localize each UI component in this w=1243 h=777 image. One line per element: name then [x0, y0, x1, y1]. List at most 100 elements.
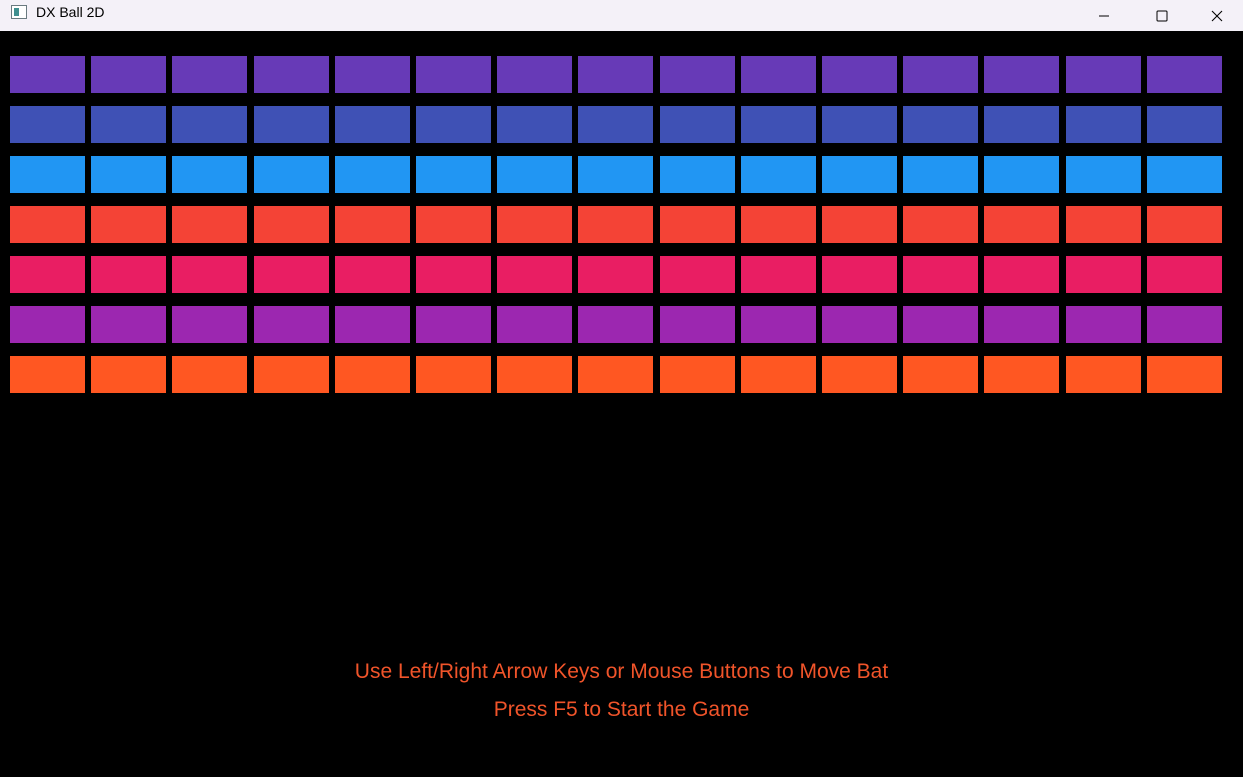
- brick: [335, 106, 410, 143]
- minimize-icon: [1099, 15, 1109, 16]
- brick: [984, 356, 1059, 393]
- brick: [335, 56, 410, 93]
- brick: [1147, 356, 1222, 393]
- brick: [660, 106, 735, 143]
- brick: [254, 306, 329, 343]
- brick: [660, 256, 735, 293]
- brick: [10, 206, 85, 243]
- brick: [741, 256, 816, 293]
- brick: [660, 206, 735, 243]
- brick: [578, 356, 653, 393]
- brick: [822, 356, 897, 393]
- minimize-button[interactable]: [1075, 0, 1133, 31]
- brick: [497, 106, 572, 143]
- brick: [91, 306, 166, 343]
- brick: [335, 256, 410, 293]
- brick: [1147, 206, 1222, 243]
- brick: [416, 306, 491, 343]
- brick: [254, 356, 329, 393]
- application-window-icon[interactable]: [11, 5, 27, 19]
- brick: [1066, 306, 1141, 343]
- brick: [416, 106, 491, 143]
- brick: [984, 256, 1059, 293]
- brick: [578, 206, 653, 243]
- brick: [741, 206, 816, 243]
- brick: [741, 106, 816, 143]
- brick: [91, 56, 166, 93]
- brick: [91, 206, 166, 243]
- brick: [660, 156, 735, 193]
- brick: [10, 356, 85, 393]
- title-bar[interactable]: DX Ball 2D: [0, 0, 1243, 31]
- brick: [497, 256, 572, 293]
- brick: [497, 56, 572, 93]
- brick: [741, 56, 816, 93]
- brick: [91, 256, 166, 293]
- game-canvas[interactable]: Use Left/Right Arrow Keys or Mouse Butto…: [0, 31, 1243, 777]
- brick: [335, 156, 410, 193]
- brick: [172, 106, 247, 143]
- brick: [822, 106, 897, 143]
- brick: [903, 306, 978, 343]
- brick: [578, 56, 653, 93]
- brick: [172, 306, 247, 343]
- brick: [984, 156, 1059, 193]
- close-button[interactable]: [1191, 0, 1243, 31]
- brick: [578, 156, 653, 193]
- brick: [822, 56, 897, 93]
- brick: [497, 356, 572, 393]
- brick: [822, 306, 897, 343]
- brick: [416, 56, 491, 93]
- brick: [172, 256, 247, 293]
- maximize-icon: [1156, 10, 1168, 21]
- brick: [254, 156, 329, 193]
- close-icon: [1211, 10, 1223, 21]
- brick: [10, 106, 85, 143]
- brick: [172, 56, 247, 93]
- window-title: DX Ball 2D: [36, 4, 105, 20]
- brick: [10, 256, 85, 293]
- brick: [416, 156, 491, 193]
- maximize-button[interactable]: [1133, 0, 1191, 31]
- brick: [741, 306, 816, 343]
- brick: [1066, 106, 1141, 143]
- brick: [254, 106, 329, 143]
- brick: [172, 206, 247, 243]
- brick: [822, 256, 897, 293]
- brick: [1147, 106, 1222, 143]
- brick: [984, 206, 1059, 243]
- brick: [1066, 356, 1141, 393]
- brick: [497, 306, 572, 343]
- brick: [335, 306, 410, 343]
- brick: [822, 156, 897, 193]
- brick: [903, 256, 978, 293]
- brick: [1066, 156, 1141, 193]
- brick: [10, 306, 85, 343]
- brick: [903, 106, 978, 143]
- brick: [172, 356, 247, 393]
- brick: [254, 206, 329, 243]
- brick: [254, 256, 329, 293]
- brick: [10, 156, 85, 193]
- brick: [91, 356, 166, 393]
- brick: [741, 356, 816, 393]
- brick: [10, 56, 85, 93]
- brick: [741, 156, 816, 193]
- brick: [903, 206, 978, 243]
- game-window: DX Ball 2D Use Left/Right Arrow Keys or …: [0, 0, 1243, 777]
- brick: [91, 106, 166, 143]
- brick: [1066, 206, 1141, 243]
- brick: [172, 156, 247, 193]
- brick: [903, 56, 978, 93]
- brick: [1147, 306, 1222, 343]
- brick: [822, 206, 897, 243]
- brick: [578, 106, 653, 143]
- brick: [335, 206, 410, 243]
- brick: [335, 356, 410, 393]
- brick: [91, 156, 166, 193]
- brick: [984, 306, 1059, 343]
- start-prompt-text: Press F5 to Start the Game: [493, 698, 750, 721]
- brick: [1147, 56, 1222, 93]
- brick: [660, 56, 735, 93]
- brick: [254, 56, 329, 93]
